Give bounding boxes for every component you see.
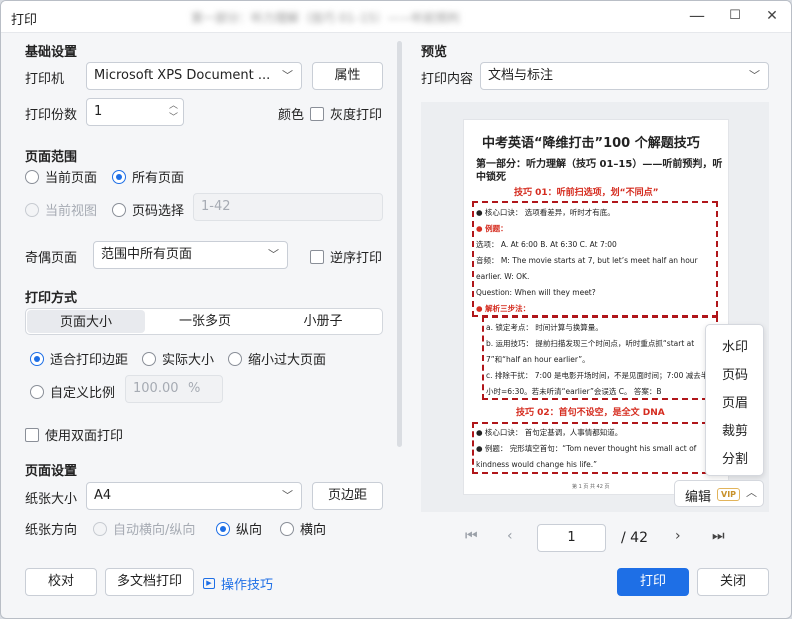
radio-all-pages[interactable]: 所有页面 <box>112 167 184 186</box>
menu-item-crop[interactable]: 裁剪 <box>722 420 748 439</box>
doc-title: 中考英语“降维打击”100 个解题技巧 <box>482 136 700 151</box>
page-total: / 42 <box>621 530 648 546</box>
radio-shrink-large[interactable]: 缩小过大页面 <box>228 349 326 368</box>
doc-line: ● 例题： 完形填空首句：“Tom never thought his smal… <box>476 444 697 453</box>
chevron-down-icon: ﹀ <box>749 69 760 82</box>
page-setup-heading: 页面设置 <box>25 464 78 479</box>
doc-line: ● 核心口诀： 选项看差异，听时才有底。 <box>476 208 615 217</box>
tab-booklet[interactable]: 小册子 <box>264 309 382 334</box>
doc-line: c. 排除干扰： 7:00 是电影开场时间，不是见面时间；7:00 减去半 <box>486 371 709 380</box>
reverse-print-checkbox[interactable]: 逆序打印 <box>310 247 382 266</box>
edit-menu: 水印 页码 页眉 裁剪 分割 <box>705 324 764 476</box>
orientation-label: 纸张方向 <box>25 523 78 538</box>
multi-doc-print-button[interactable]: 多文档打印 <box>105 568 194 596</box>
doc-line: Question: When will they meet? <box>476 288 596 297</box>
page-number-input[interactable]: 1 <box>537 524 606 552</box>
doc-line: 7”和“half an hour earlier”。 <box>486 355 590 364</box>
menu-item-watermark[interactable]: 水印 <box>722 336 748 355</box>
odd-even-label: 奇偶页面 <box>25 251 78 266</box>
vip-badge: VIP <box>717 488 741 501</box>
radio-landscape[interactable]: 横向 <box>280 519 326 538</box>
print-content-label: 打印内容 <box>421 72 474 87</box>
radio-current-page[interactable]: 当前页面 <box>25 167 97 186</box>
checkbox-box[interactable] <box>310 106 324 121</box>
window-title: 打印 <box>11 13 38 28</box>
preview-page: 中考英语“降维打击”100 个解题技巧 第一部分：听力理解（技巧 01–15）—… <box>463 119 729 495</box>
radio-page-selection[interactable]: 页码选择 <box>112 200 184 219</box>
doc-line: ● 核心口诀： 首句定基调，人事情都知道。 <box>476 428 623 437</box>
doc-line: 选项： A. At 6:00 B. At 6:30 C. At 7:00 <box>476 240 617 249</box>
doc-line: b. 运用技巧： 提前扫描发现三个时间点，听时重点抓“start at <box>486 339 695 348</box>
paper-size-label: 纸张大小 <box>25 492 78 507</box>
minimize-button[interactable]: — <box>683 3 711 29</box>
printer-label: 打印机 <box>25 72 65 87</box>
panel-scrollbar[interactable] <box>397 41 402 447</box>
margins-button[interactable]: 页边距 <box>312 482 383 510</box>
doc-line: ● 例题： <box>476 224 508 233</box>
chevron-down-icon: ﹀ <box>282 489 293 502</box>
last-page-icon[interactable]: ⏭ <box>712 528 725 544</box>
preview-heading: 预览 <box>421 45 448 60</box>
print-mode-heading: 打印方式 <box>25 291 78 306</box>
doc-line: ● 解析三步法： <box>476 304 531 313</box>
radio-custom-scale[interactable]: 自定义比例 <box>30 382 115 401</box>
chevron-down-icon: ﹀ <box>282 69 293 82</box>
tab-page-size[interactable]: 页面大小 <box>27 310 145 333</box>
maximize-button[interactable]: ☐ <box>721 3 749 29</box>
page-range-heading: 页面范围 <box>25 150 78 165</box>
chevron-down-icon: ﹀ <box>268 248 279 261</box>
prev-page-icon[interactable]: ‹ <box>507 528 513 544</box>
custom-scale-input[interactable]: 100.00% <box>125 375 223 403</box>
tab-multi-page[interactable]: 一张多页 <box>146 309 264 334</box>
chevron-up-icon: ︿ <box>746 486 757 499</box>
close-window-button[interactable]: ✕ <box>758 3 786 29</box>
play-icon: ▶ <box>203 578 215 589</box>
print-content-select[interactable]: 文档与标注 ﹀ <box>480 62 769 90</box>
page-selection-input[interactable]: 1-42 <box>193 193 383 221</box>
title-bar: 打印 第一部分：听力理解（技巧 01–15）——听前预判 — ☐ ✕ <box>1 1 791 33</box>
doc-page-footer: 第 1 页 共 42 页 <box>572 484 610 490</box>
radio-auto-orientation: 自动横向/纵向 <box>93 519 195 538</box>
doc-line: 小时=6:30。若未听清“earlier”会误选 C。 答案：B <box>486 387 662 396</box>
menu-item-page-number[interactable]: 页码 <box>722 364 748 383</box>
doc-tip2-heading: 技巧 02：首句不设空，是全文 DNA <box>516 408 665 418</box>
blurred-background-title: 第一部分：听力理解（技巧 01–15）——听前预判 <box>191 11 460 25</box>
radio-fit-margins[interactable]: 适合打印边距 <box>30 349 128 368</box>
print-button[interactable]: 打印 <box>617 568 689 596</box>
operation-tips-link[interactable]: ▶ 操作技巧 <box>203 574 273 593</box>
doc-line: 音频： M: The movie starts at 7, but let’s … <box>476 256 698 265</box>
printer-select[interactable]: Microsoft XPS Document ... ﹀ <box>86 62 302 90</box>
doc-line: kindness would change his life.” <box>476 460 598 469</box>
grayscale-checkbox[interactable]: 灰度打印 <box>310 104 382 123</box>
radio-actual-size[interactable]: 实际大小 <box>142 349 214 368</box>
copies-stepper[interactable]: 1 ︿ ﹀ <box>86 98 184 126</box>
edit-button[interactable]: 编辑 VIP ︿ <box>674 480 764 507</box>
menu-item-header[interactable]: 页眉 <box>722 392 748 411</box>
print-mode-tabs: 页面大小 一张多页 小册子 <box>25 308 383 335</box>
paper-size-select[interactable]: A4 ﹀ <box>86 482 302 510</box>
doc-line: earlier. W: OK. <box>476 272 530 281</box>
close-button[interactable]: 关闭 <box>697 568 769 596</box>
copies-label: 打印份数 <box>25 108 78 123</box>
properties-button[interactable]: 属性 <box>312 62 383 90</box>
color-label: 颜色 <box>278 108 305 123</box>
duplex-checkbox[interactable]: 使用双面打印 <box>25 425 123 444</box>
print-dialog: 打印 第一部分：听力理解（技巧 01–15）——听前预判 — ☐ ✕ 基础设置 … <box>0 0 792 619</box>
first-page-icon[interactable]: ⏮ <box>465 528 478 544</box>
doc-line: a. 锁定考点： 时间计算与换算量。 <box>486 323 603 332</box>
odd-even-select[interactable]: 范围中所有页面 ﹀ <box>93 241 288 269</box>
menu-item-split[interactable]: 分割 <box>722 448 748 467</box>
radio-portrait[interactable]: 纵向 <box>216 519 262 538</box>
doc-tip1-heading: 技巧 01：听前扫选项，划“不同点” <box>514 188 659 198</box>
proofread-button[interactable]: 校对 <box>25 568 97 596</box>
basic-settings-heading: 基础设置 <box>25 45 78 60</box>
radio-current-view: 当前视图 <box>25 200 97 219</box>
stepper-down-icon[interactable]: ﹀ <box>169 105 178 125</box>
next-page-icon[interactable]: › <box>675 528 681 544</box>
doc-subtitle: 第一部分：听力理解（技巧 01–15）——听前预判，听中锁死 <box>476 159 723 183</box>
